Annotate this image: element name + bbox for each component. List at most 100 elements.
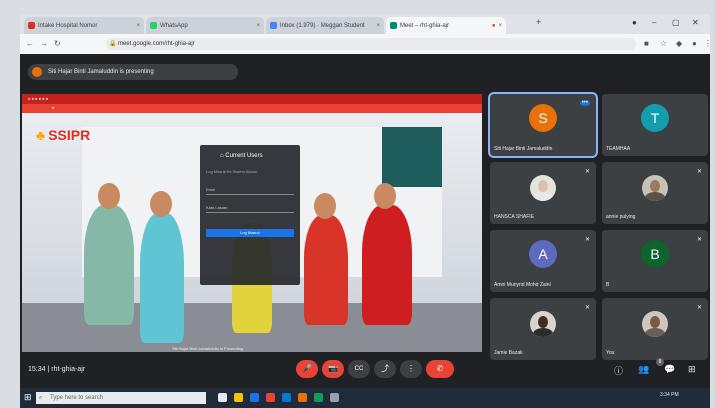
participant-tile[interactable]: B ✕ B	[602, 230, 708, 292]
participant-tile[interactable]: ✕ annie pulying	[602, 162, 708, 224]
participant-tile[interactable]: T TEAMHAA	[602, 94, 708, 156]
participant-tile[interactable]: S ••• Siti Hajar Binti Jamaluddin	[488, 92, 598, 158]
mic-off-icon: ✕	[584, 305, 590, 311]
back-icon[interactable]: ←	[26, 39, 34, 48]
meeting-info-icon[interactable]: ⓘ	[614, 364, 623, 377]
end-call-button[interactable]: ✆	[426, 360, 454, 378]
mic-icon: 🎤	[302, 364, 312, 373]
person-head	[374, 183, 396, 209]
avatar	[530, 311, 556, 337]
presenting-banner: Siti Hajar Binti Jamaluddin is presentin…	[28, 64, 238, 80]
browser-menu-icon[interactable]: ⋮	[704, 39, 712, 48]
mail-icon[interactable]	[282, 393, 291, 402]
windows-start-icon[interactable]: ⊞	[24, 392, 32, 403]
taskbar-clock[interactable]: 3:34 PM	[660, 392, 679, 398]
close-tab-icon[interactable]: ×	[256, 23, 260, 29]
browser-tab-strip: Intake Hospital Nomor × WhatsApp × Inbox…	[20, 14, 710, 34]
meeting-time: 15:34	[28, 366, 46, 373]
url-text: meet.google.com/rht-ghia-ajr	[118, 41, 195, 47]
address-bar-row: ← → ↻ 🔒 meet.google.com/rht-ghia-ajr ■ ☆…	[20, 34, 712, 54]
presenting-text: Siti Hajar Binti Jamaluddin is presentin…	[48, 69, 154, 75]
lock-icon: 🔒	[109, 41, 117, 47]
meet-window: Siti Hajar Binti Jamaluddin is presentin…	[20, 54, 710, 388]
participant-name: B	[606, 282, 610, 288]
search-icon: ⌕	[39, 395, 43, 401]
speaking-indicator-icon: •••	[579, 100, 590, 106]
shared-screen: ● ● ● ● ● ● ● ♣ SSIPR ⌂ Current Users Lo…	[22, 94, 482, 352]
tab-favicon-icon	[390, 22, 397, 29]
shared-url: ●	[52, 105, 55, 110]
extensions-icon[interactable]: ◆	[676, 39, 682, 48]
close-tab-icon[interactable]: ×	[376, 23, 380, 29]
camera-toggle-button[interactable]: 📷	[322, 360, 344, 378]
camera-icon: 📷	[328, 364, 338, 373]
app-icon[interactable]	[314, 393, 323, 402]
close-window-icon[interactable]: ✕	[692, 18, 699, 27]
new-tab-button[interactable]: +	[536, 17, 541, 27]
people-count-badge: 8	[656, 358, 664, 366]
avatar: T	[641, 104, 669, 132]
browser-tab-hospital[interactable]: Intake Hospital Nomor ×	[24, 17, 144, 34]
captions-button[interactable]: CC	[348, 360, 370, 378]
person-head	[98, 183, 120, 209]
logo-mark-icon: ♣	[36, 127, 46, 143]
password-field: Kata Laluan	[206, 205, 294, 213]
mic-off-icon: ✕	[584, 237, 590, 243]
search-placeholder: Type here to search	[50, 395, 104, 401]
avatar	[530, 175, 556, 201]
avatar: A	[529, 240, 557, 268]
file-explorer-icon[interactable]	[234, 393, 243, 402]
shared-screen-caption: Siti Hajar Binti Jamaluddin Is Presentin…	[172, 346, 244, 351]
app-icon[interactable]	[330, 393, 339, 402]
forward-icon[interactable]: →	[40, 39, 48, 48]
reload-icon[interactable]: ↻	[54, 39, 61, 48]
mic-off-icon: ✕	[696, 237, 702, 243]
avatar: S	[529, 104, 557, 132]
email-field: Emel	[206, 187, 294, 195]
shared-tab: ● ● ● ● ● ●	[28, 96, 49, 101]
tab-label: Meet – rht-ghia-ajr	[400, 22, 450, 29]
taskbar-search-input[interactable]: ⌕ Type here to search	[36, 392, 206, 404]
person-figure	[362, 205, 412, 325]
bookmark-star-icon[interactable]: ☆	[660, 39, 667, 48]
profile-avatar[interactable]: ●	[692, 39, 697, 48]
activities-icon[interactable]: ⊞	[688, 364, 696, 375]
person-figure	[304, 215, 348, 325]
browser-tab-meet[interactable]: Meet – rht-ghia-ajr ● ×	[386, 17, 506, 34]
participant-tile[interactable]: ✕ Jamie Bazak	[490, 298, 596, 360]
windows-taskbar: ⊞ ⌕ Type here to search 3:34 PM	[20, 388, 710, 408]
tab-favicon-icon	[150, 22, 157, 29]
participant-tile[interactable]: ✕ You	[602, 298, 708, 360]
participant-tile[interactable]: A ✕ Amni Munyrid Mohd Zaini	[490, 230, 596, 292]
mic-toggle-button[interactable]: 🎤	[296, 360, 318, 378]
mic-off-icon: ✕	[696, 169, 702, 175]
url-input[interactable]: 🔒 meet.google.com/rht-ghia-ajr	[106, 38, 636, 50]
avatar	[642, 311, 668, 337]
presenter-avatar	[32, 67, 42, 77]
chat-icon[interactable]: 💬	[664, 364, 675, 375]
browser-tab-whatsapp[interactable]: WhatsApp ×	[146, 17, 264, 34]
close-tab-icon[interactable]: ×	[136, 23, 140, 29]
close-tab-icon[interactable]: ×	[498, 23, 502, 29]
app-icon[interactable]	[298, 393, 307, 402]
tab-label: WhatsApp	[160, 22, 188, 29]
person-figure	[140, 213, 184, 343]
camera-indicator-icon[interactable]: ■	[644, 39, 649, 48]
account-icon[interactable]: ●	[632, 18, 637, 27]
maximize-icon[interactable]: ▢	[672, 18, 680, 27]
avatar: B	[641, 240, 669, 268]
recording-dot-icon: ●	[491, 22, 496, 29]
edge-icon[interactable]	[250, 393, 259, 402]
people-icon[interactable]: 👥	[638, 364, 649, 375]
task-view-icon[interactable]	[218, 393, 227, 402]
minimize-icon[interactable]: –	[652, 18, 656, 27]
more-icon: ⋮	[407, 364, 415, 373]
tab-favicon-icon	[28, 22, 35, 29]
chrome-icon[interactable]	[266, 393, 275, 402]
login-button: Log Masuk	[206, 229, 294, 237]
present-button[interactable]: ⤴	[374, 360, 396, 378]
participant-tile[interactable]: ✕ HANSCA SHAFIE	[490, 162, 596, 224]
more-options-button[interactable]: ⋮	[400, 360, 422, 378]
browser-tab-inbox[interactable]: Inbox (1.979) · Meggan Student ×	[266, 17, 384, 34]
participant-name: TEAMHAA	[606, 146, 631, 152]
